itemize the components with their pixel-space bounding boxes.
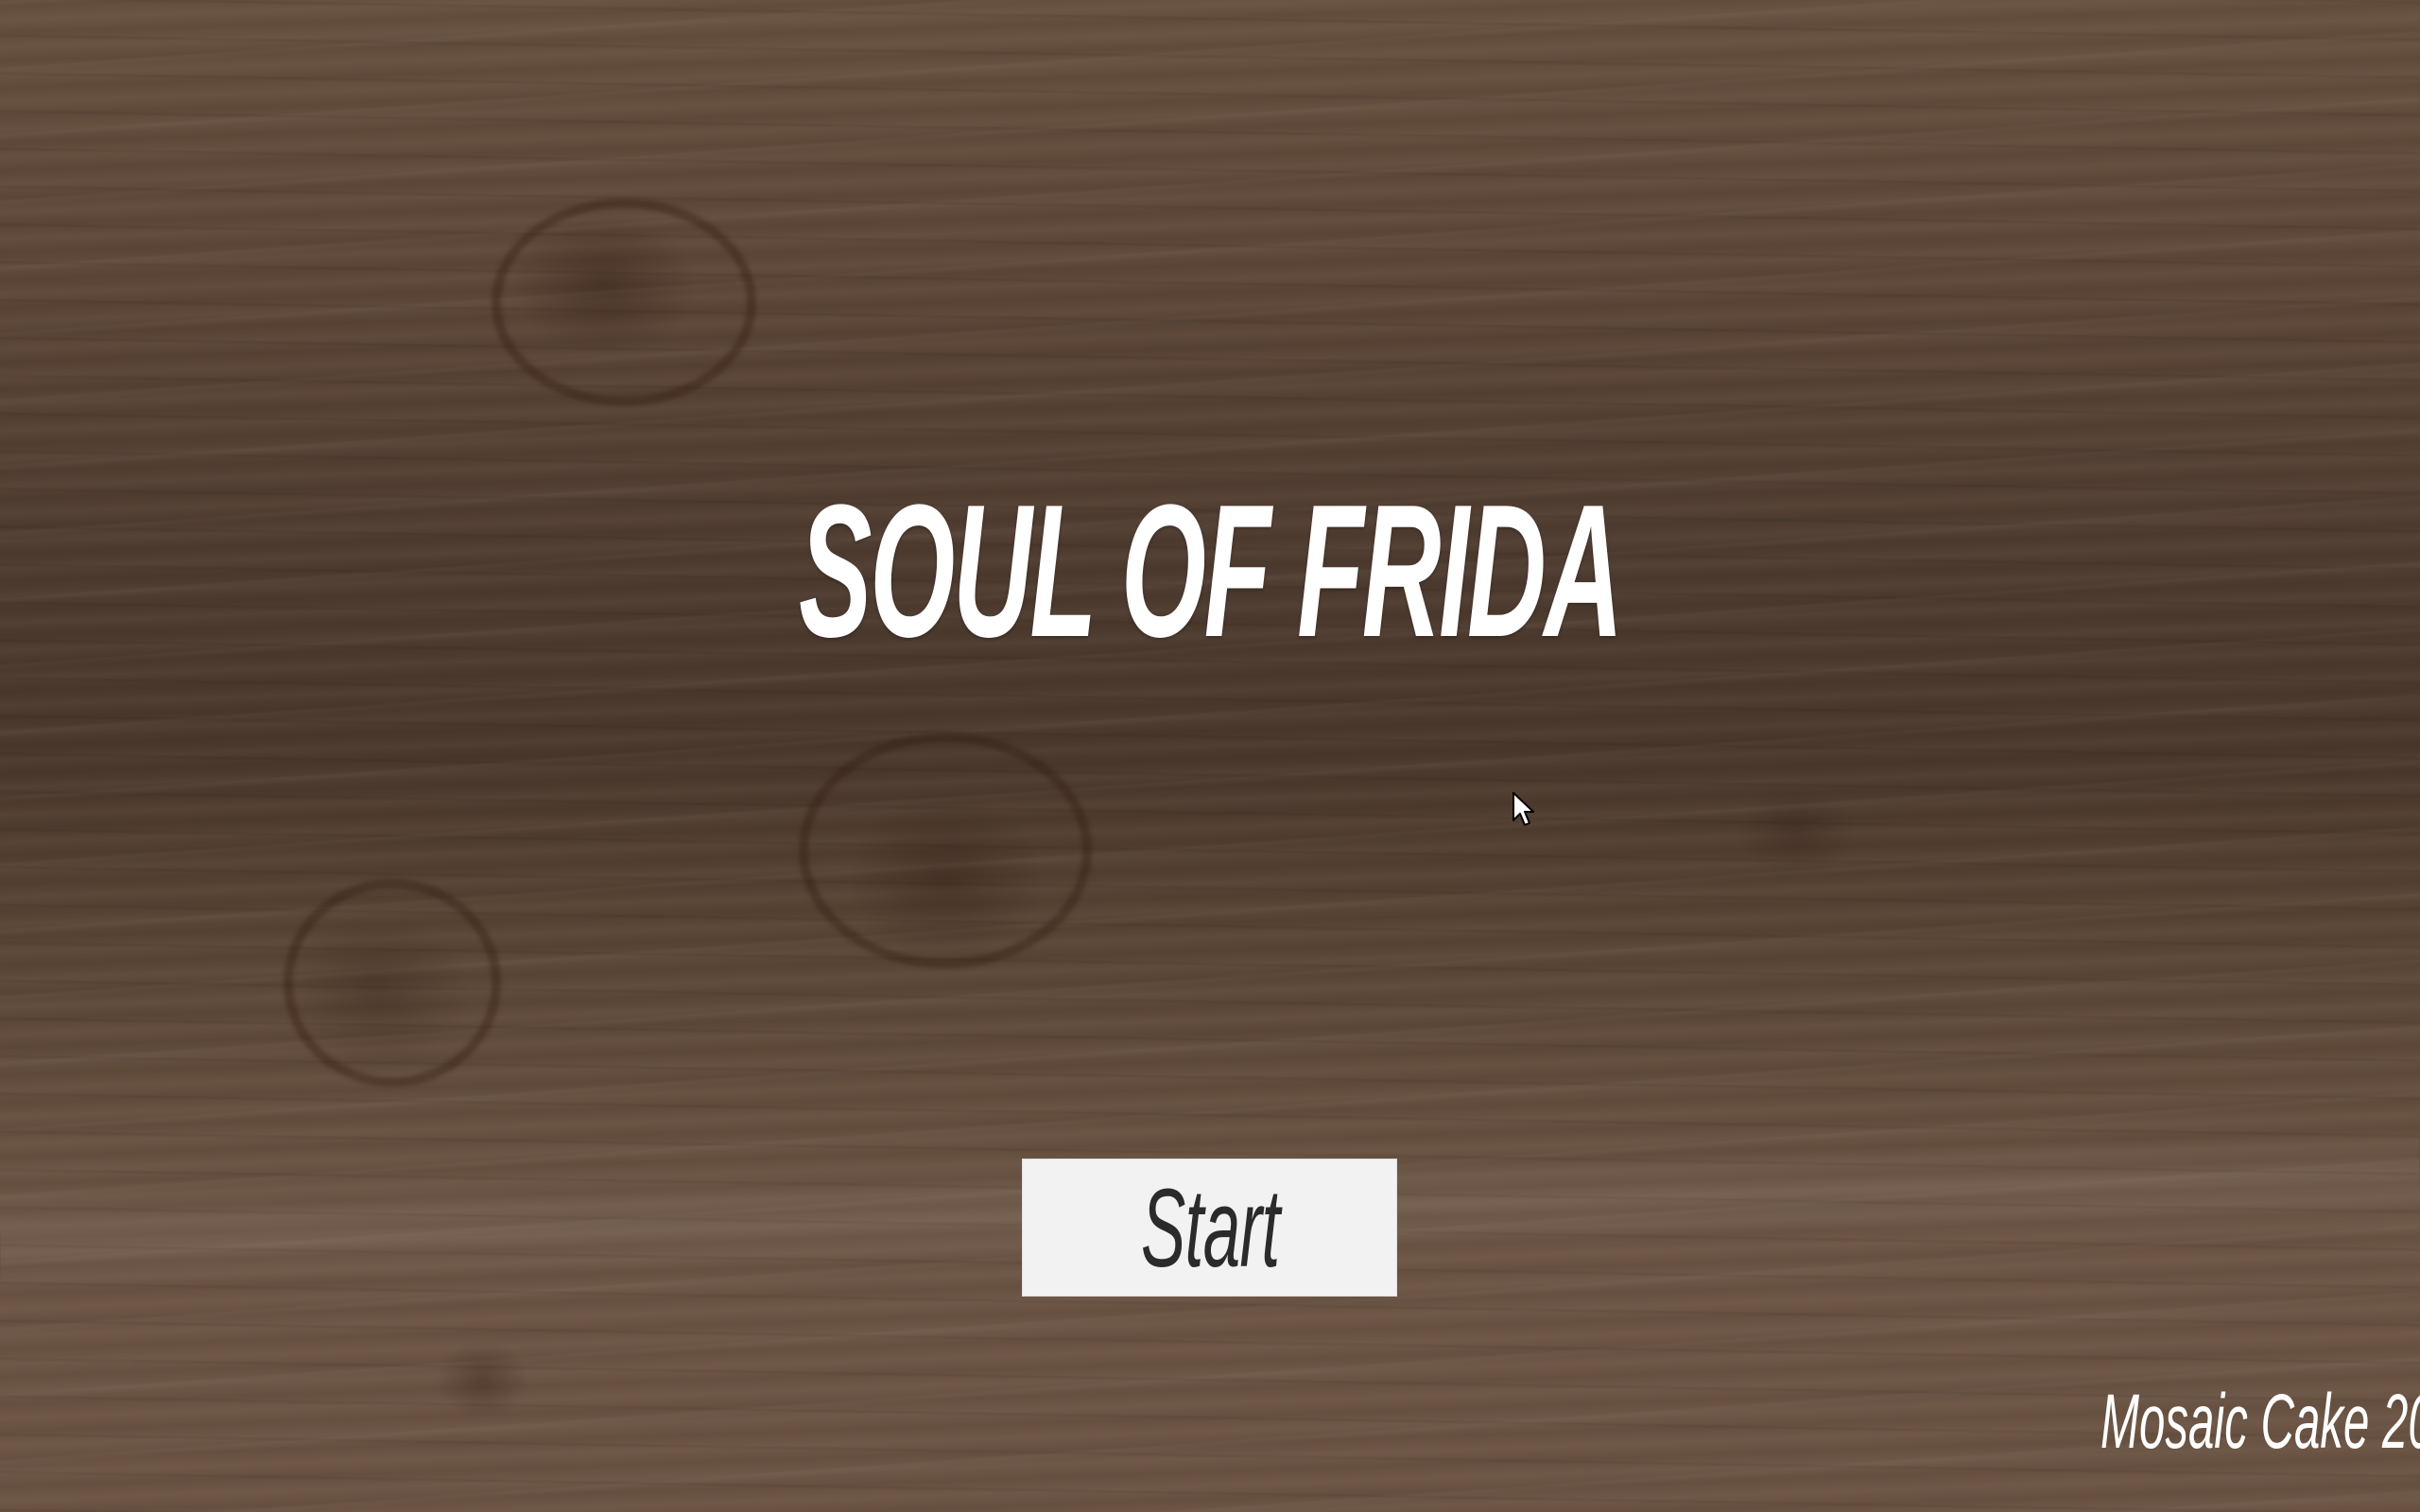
coffee-ring-stain xyxy=(284,879,501,1087)
studio-credit: Mosaic Cake 2020™ xyxy=(2100,1379,2420,1465)
coffee-ring-stain xyxy=(492,198,756,406)
coffee-ring-stain xyxy=(799,732,1092,969)
start-button-label: Start xyxy=(1141,1166,1280,1291)
mouse-pointer-icon xyxy=(1512,792,1534,826)
game-title: SOUL OF FRIDA xyxy=(799,466,1623,677)
start-button[interactable]: Start xyxy=(1022,1159,1397,1297)
